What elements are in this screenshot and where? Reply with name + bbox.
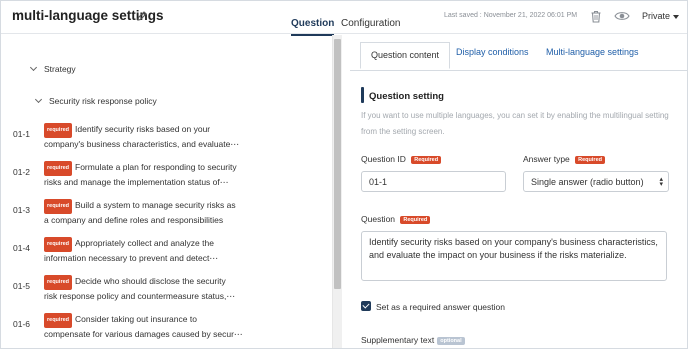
optional-badge: optional: [437, 337, 465, 345]
required-badge: required: [44, 199, 73, 214]
required-badge: required: [44, 237, 73, 252]
label-text: Supplementary text: [361, 335, 435, 345]
tab-question-content[interactable]: Question content: [360, 42, 451, 69]
question-id: 01-4: [13, 243, 31, 253]
required-badge: required: [44, 275, 73, 290]
question-textarea[interactable]: Identify security risks based on your co…: [361, 231, 667, 281]
tab-multi-language-settings[interactable]: Multi-language settings: [546, 47, 639, 57]
question-label: Question Required: [361, 214, 433, 224]
label-text: Question ID: [361, 154, 406, 164]
section-accent-bar: [361, 87, 364, 103]
label-text: Answer type: [523, 154, 570, 164]
question-id-input[interactable]: 01-1: [361, 171, 506, 192]
last-saved-text: Last saved : November 21, 2022 06:01 PM: [444, 12, 578, 19]
tree-question-item[interactable]: 01-3 required Build a system to manage se…: [13, 199, 284, 227]
question-text-continued: risks and manage the implementation stat…: [44, 177, 229, 187]
question-id: 01-3: [13, 205, 31, 215]
question-id-label: Question ID Required: [361, 154, 444, 164]
tree-question-item[interactable]: 01-5 required Decide who should disclose …: [13, 275, 284, 303]
required-badge: Required: [411, 156, 442, 164]
header-bar: multi-language settings Question Configu…: [1, 1, 687, 36]
required-badge: Required: [575, 156, 605, 164]
tab-display-conditions[interactable]: Display conditions: [456, 47, 529, 57]
app-window: multi-language settings Question Configu…: [0, 0, 688, 349]
tree-node-label: Security risk response policy: [49, 96, 157, 106]
tree-node-strategy[interactable]: Strategy: [29, 63, 76, 74]
visibility-dropdown[interactable]: Private: [642, 11, 670, 21]
question-id: 01-6: [13, 319, 31, 329]
chevron-down-icon[interactable]: [29, 63, 38, 72]
answer-type-select[interactable]: Single answer (radio button) ▴ ▾: [523, 171, 669, 192]
question-text: Appropriately collect and analyze the: [75, 238, 214, 248]
tree-question-item[interactable]: 01-4 required Appropriately collect and a…: [13, 237, 284, 265]
select-arrows-icon: ▴ ▾: [659, 176, 663, 188]
tree-node-group[interactable]: Security risk response policy: [34, 95, 157, 106]
required-badge: Required: [400, 216, 431, 224]
question-text-continued: risk response policy and countermeasure …: [44, 291, 235, 301]
chevron-down-icon[interactable]: [34, 95, 43, 104]
question-detail-panel: Question content Display conditions Mult…: [350, 35, 687, 348]
eye-icon[interactable]: [614, 10, 630, 22]
question-text: Decide who should disclose the security: [75, 276, 226, 286]
answer-type-label: Answer type Required: [523, 154, 608, 164]
required-badge: required: [44, 161, 73, 176]
section-title: Question setting: [369, 91, 444, 102]
question-text-continued: information necessary to prevent and det…: [44, 253, 218, 263]
question-id: 01-1: [13, 129, 31, 139]
tab-divider: [350, 70, 687, 71]
tree-question-item[interactable]: 01-6 required Consider taking out insuran…: [13, 313, 284, 341]
multilingual-hint: If you want to use multiple languages, y…: [361, 111, 669, 136]
question-text-continued: compensate for various damages caused by…: [44, 329, 243, 339]
tree-question-item[interactable]: 01-2 required Formulate a plan for respon…: [13, 161, 284, 189]
tree-question-item[interactable]: 01-1 required Identify security risks bas…: [13, 123, 284, 151]
required-answer-checkbox[interactable]: [361, 301, 371, 311]
required-badge: required: [44, 313, 73, 328]
question-text: Build a system to manage security risks …: [75, 200, 236, 210]
question-id: 01-2: [13, 167, 31, 177]
question-text: Identify security risks based on your: [75, 124, 211, 134]
question-text: Consider taking out insurance to: [75, 314, 197, 324]
scrollbar-thumb[interactable]: [334, 39, 341, 289]
select-value: Single answer (radio button): [531, 177, 644, 187]
pencil-icon[interactable]: [136, 10, 148, 22]
caret-down-icon[interactable]: [673, 15, 679, 19]
tree-node-label: Strategy: [44, 64, 76, 74]
trash-icon[interactable]: [590, 10, 602, 23]
required-answer-label[interactable]: Set as a required answer question: [376, 302, 505, 312]
tab-configuration[interactable]: Configuration: [341, 18, 400, 29]
question-text: Formulate a plan for responding to secur…: [75, 162, 237, 172]
question-text-continued: company's business characteristics, and …: [44, 139, 239, 149]
question-text-continued: a company and define roles and responsib…: [44, 215, 224, 225]
required-badge: required: [44, 123, 73, 138]
question-id: 01-5: [13, 281, 31, 291]
label-text: Question: [361, 214, 396, 224]
question-tree-panel: Strategy Security risk response policy 0…: [1, 35, 331, 348]
supplementary-text-label: Supplementary text optional: [361, 335, 465, 345]
tab-question[interactable]: Question: [291, 18, 335, 36]
